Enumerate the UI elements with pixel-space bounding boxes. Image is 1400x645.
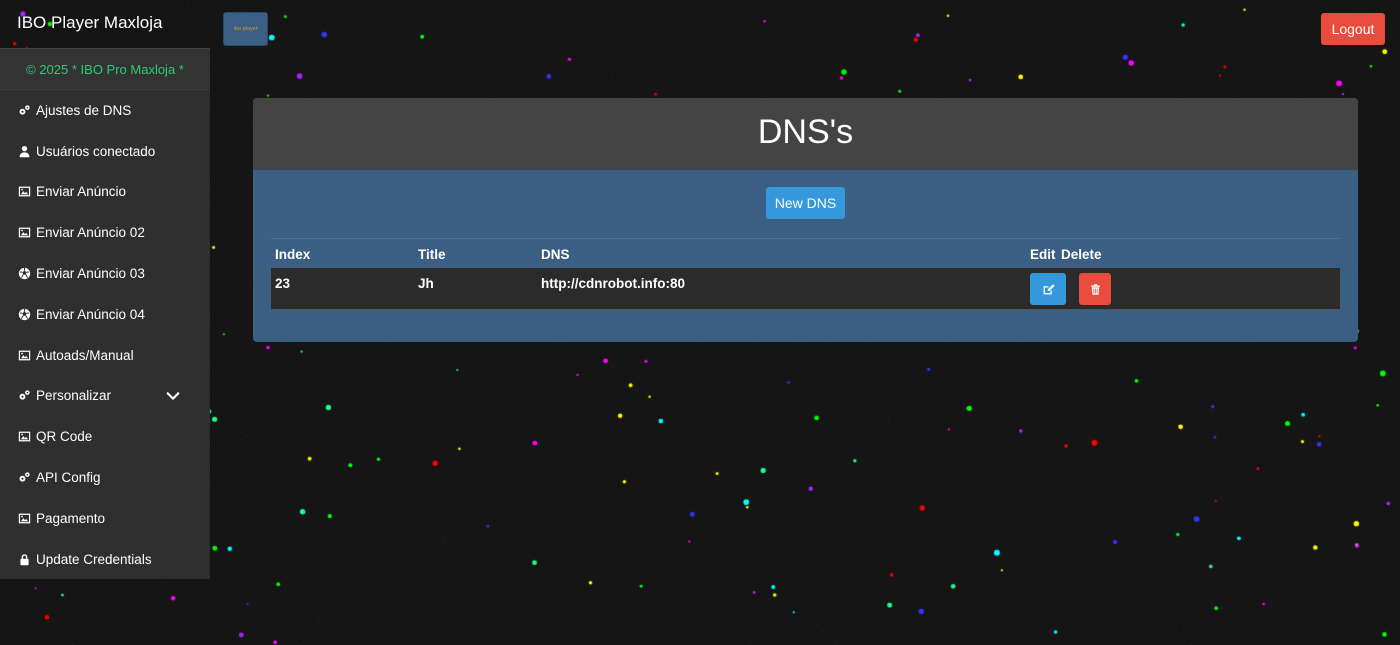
sidebar-item-label: Ajustes de DNS: [36, 102, 132, 118]
table-row: 23 Jh http://cdnrobot.info:80: [271, 268, 1340, 310]
logout-button[interactable]: Logout: [1321, 13, 1385, 45]
dns-panel: DNS's New DNS Index Title DNS Edit Delet…: [253, 98, 1358, 342]
image-icon: [16, 511, 32, 525]
sidebar-item-label: Pagamento: [36, 510, 106, 526]
sidebar-item-update-credentials[interactable]: Update Credentials: [0, 539, 210, 580]
sidebar-item-pagamento[interactable]: Pagamento: [0, 498, 210, 539]
copyright-text: © 2025 * IBO Pro Maxloja *: [0, 48, 210, 90]
dns-table: Index Title DNS Edit Delete 23 Jh http:/…: [271, 238, 1340, 310]
sidebar-item-label: API Config: [36, 470, 101, 486]
column-header-delete: Delete: [1061, 247, 1102, 262]
sidebar-item-label: Personalizar: [36, 388, 112, 404]
trash-icon: [1090, 283, 1100, 295]
new-dns-button[interactable]: New DNS: [766, 187, 845, 219]
image-icon: [16, 226, 32, 240]
sidebar-item-usuarios[interactable]: Usuários conectado: [0, 131, 210, 172]
table-header: Index Title DNS Edit Delete: [271, 239, 1340, 268]
sidebar: © 2025 * IBO Pro Maxloja * Ajustes de DN…: [0, 48, 210, 579]
sidebar-item-label: Enviar Anúncio: [36, 184, 127, 200]
image-icon: [16, 348, 32, 362]
sidebar-item-api-config[interactable]: API Config: [0, 457, 210, 498]
sidebar-item-label: Enviar Anúncio 02: [36, 225, 145, 241]
edit-icon: [1043, 283, 1055, 294]
gears-icon: [16, 471, 32, 485]
page-title: DNS's: [253, 98, 1358, 170]
sidebar-item-enviar-anuncio-04[interactable]: Enviar Anúncio 04: [0, 294, 210, 335]
app-title: IBO Player Maxloja: [17, 13, 163, 32]
sidebar-item-label: QR Code: [36, 429, 93, 445]
column-header-title: Title: [418, 247, 446, 262]
sidebar-item-autoads[interactable]: Autoads/Manual: [0, 335, 210, 376]
image-icon: [16, 430, 32, 444]
sidebar-item-personalizar[interactable]: Personalizar: [0, 376, 210, 417]
sidebar-item-enviar-anuncio-03[interactable]: Enviar Anúncio 03: [0, 253, 210, 294]
cell-index: 23: [275, 276, 291, 291]
logo-text: ibo player: [234, 26, 258, 32]
lock-icon: [16, 552, 32, 566]
app-logo[interactable]: ibo player: [223, 12, 268, 46]
gears-icon: [16, 103, 32, 117]
column-header-index: Index: [275, 247, 311, 262]
sidebar-item-label: Update Credentials: [36, 551, 152, 567]
sidebar-item-qr-code[interactable]: QR Code: [0, 416, 210, 457]
cell-dns: http://cdnrobot.info:80: [541, 276, 685, 291]
column-header-edit: Edit: [1030, 247, 1056, 262]
sidebar-item-enviar-anuncio[interactable]: Enviar Anúncio: [0, 172, 210, 213]
chevron-down-icon[interactable]: [166, 389, 182, 405]
column-header-dns: DNS: [541, 247, 570, 262]
sidebar-item-enviar-anuncio-02[interactable]: Enviar Anúncio 02: [0, 212, 210, 253]
gears-icon: [16, 389, 32, 403]
sidebar-item-label: Autoads/Manual: [36, 347, 134, 363]
sidebar-item-label: Enviar Anúncio 04: [36, 306, 145, 322]
sidebar-item-label: Enviar Anúncio 03: [36, 266, 145, 282]
edit-button[interactable]: [1030, 273, 1066, 305]
cell-title: Jh: [418, 276, 434, 291]
soccer-ball-icon: [16, 307, 32, 321]
user-icon: [16, 144, 32, 158]
image-icon: [16, 185, 32, 199]
sidebar-item-ajustes-dns[interactable]: Ajustes de DNS: [0, 90, 210, 131]
sidebar-item-label: Usuários conectado: [36, 143, 156, 159]
delete-button[interactable]: [1079, 273, 1111, 305]
soccer-ball-icon: [16, 267, 32, 281]
